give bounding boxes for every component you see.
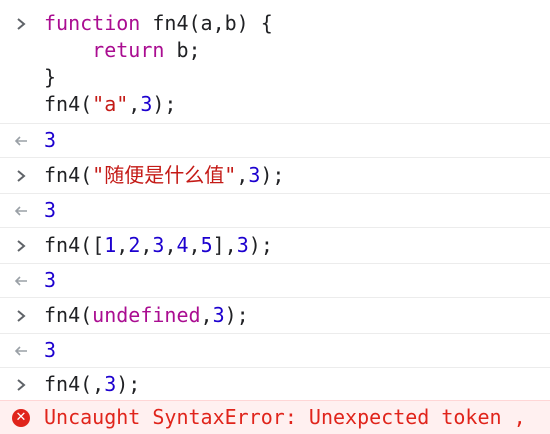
code-line: fn4("随便是什么值",3); <box>44 162 284 189</box>
number-token: 3 <box>152 233 165 257</box>
chevron-right-icon <box>10 12 32 36</box>
number-token: 3 <box>104 372 117 396</box>
return-arrow-icon <box>10 129 32 153</box>
return-arrow-icon <box>10 199 32 223</box>
code-line: fn4(,3); <box>44 371 140 398</box>
code-text: fn4(a,b) { <box>140 11 273 35</box>
result-value: 3 <box>44 198 57 222</box>
number-token: 3 <box>212 303 225 327</box>
number-token: 3 <box>236 233 249 257</box>
code-text: fn4( <box>44 92 93 116</box>
number-token: 3 <box>248 163 261 187</box>
number-token: 1 <box>104 233 117 257</box>
error-message: Uncaught SyntaxError: Unexpected token , <box>44 405 526 429</box>
code-text: , <box>116 233 129 257</box>
console-error-entry[interactable]: ✕ Uncaught SyntaxError: Unexpected token… <box>0 400 550 434</box>
console-output-entry: 3 <box>0 194 550 228</box>
console-input-entry[interactable]: fn4("随便是什么值",3); <box>0 158 550 194</box>
chevron-right-icon <box>10 373 32 397</box>
console-input-entry[interactable]: fn4(,3); <box>0 368 550 400</box>
chevron-right-icon <box>10 234 32 258</box>
code-line: function fn4(a,b) { <box>44 10 273 37</box>
code-text: ); <box>248 233 273 257</box>
number-token: 5 <box>200 233 213 257</box>
code-text: fn4(, <box>44 372 105 396</box>
number-token: 4 <box>176 233 189 257</box>
chevron-right-icon <box>10 164 32 188</box>
console-input-entry[interactable]: fn4(undefined,3); <box>0 298 550 334</box>
code-text: ); <box>152 92 177 116</box>
code-text: ], <box>212 233 237 257</box>
keyword-token: function <box>44 11 141 35</box>
code-text: ); <box>224 303 249 327</box>
code-text: , <box>200 303 213 327</box>
return-arrow-icon <box>10 339 32 363</box>
console-input-entry[interactable]: fn4([1,2,3,4,5],3); <box>0 228 550 264</box>
console-output-entry: 3 <box>0 334 550 368</box>
code-text: , <box>164 233 177 257</box>
result-value: 3 <box>44 268 57 292</box>
string-token: "随便是什么值" <box>92 163 237 187</box>
result-value: 3 <box>44 128 57 152</box>
number-token: 3 <box>140 92 153 116</box>
number-token: 2 <box>128 233 141 257</box>
code-line: } <box>44 64 56 91</box>
console-input-entry[interactable]: function fn4(a,b) { return b; } fn4("a",… <box>0 0 550 124</box>
chevron-right-icon <box>10 304 32 328</box>
keyword-token: return <box>92 38 165 62</box>
code-text: } <box>44 65 57 89</box>
code-text: ); <box>116 372 141 396</box>
code-line: fn4(undefined,3); <box>44 302 249 329</box>
code-text: fn4( <box>44 303 93 327</box>
code-text: fn4([ <box>44 233 105 257</box>
devtools-console: function fn4(a,b) { return b; } fn4("a",… <box>0 0 550 434</box>
code-text: b; <box>164 38 201 62</box>
code-line: fn4("a",3); <box>44 91 176 118</box>
code-line: return b; <box>44 37 201 64</box>
code-text: , <box>236 163 249 187</box>
code-text: , <box>128 92 141 116</box>
code-text: ); <box>260 163 285 187</box>
return-arrow-icon <box>10 269 32 293</box>
code-text: , <box>140 233 153 257</box>
result-value: 3 <box>44 338 57 362</box>
error-circle-icon: ✕ <box>10 406 32 430</box>
string-token: "a" <box>92 92 129 116</box>
console-output-entry: 3 <box>0 264 550 298</box>
code-text: fn4( <box>44 163 93 187</box>
code-text: , <box>188 233 201 257</box>
keyword-token: undefined <box>92 303 201 327</box>
console-output-entry: 3 <box>0 124 550 158</box>
code-line: fn4([1,2,3,4,5],3); <box>44 232 273 259</box>
